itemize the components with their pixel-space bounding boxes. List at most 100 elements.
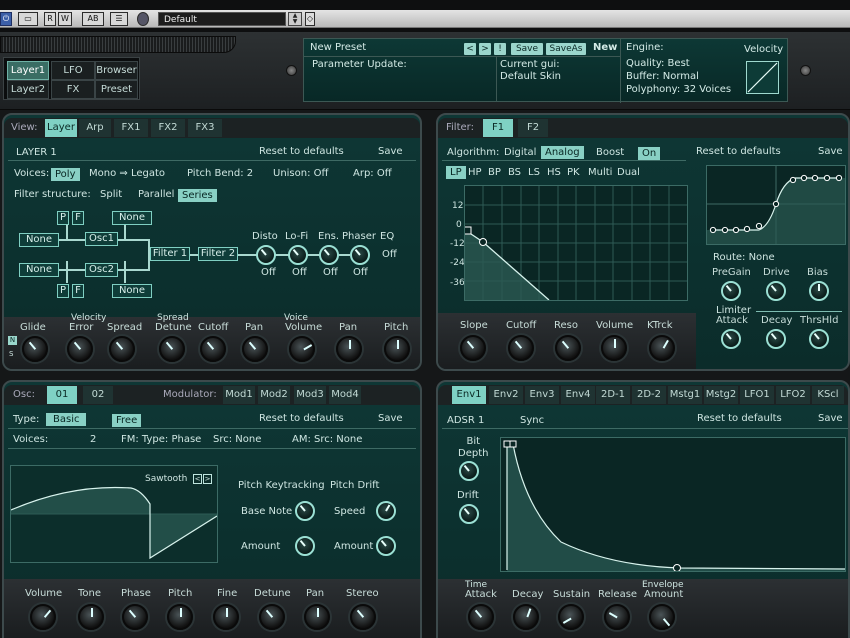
env-save-button[interactable]: Save (818, 413, 843, 424)
osc1-box[interactable]: Osc1 (85, 232, 118, 246)
voice-pan-knob[interactable] (336, 336, 362, 362)
normal-mode-button[interactable]: N (8, 336, 17, 345)
tab-fx1[interactable]: FX1 (114, 119, 148, 137)
buffer-value[interactable]: Buffer: Normal (626, 71, 699, 82)
keytrack-amount-knob[interactable] (295, 536, 315, 556)
voice-volume-knob[interactable] (289, 336, 315, 362)
reso-knob[interactable] (555, 335, 581, 361)
pregain-knob[interactable] (721, 281, 741, 301)
tab-lfo2[interactable]: LFO2 (776, 386, 810, 404)
nav-layer1[interactable]: Layer1 (7, 61, 49, 80)
type-multi[interactable]: Multi (588, 167, 612, 178)
attack-knob[interactable] (468, 604, 494, 630)
type-bs[interactable]: BS (508, 167, 521, 178)
type-hs[interactable]: HS (547, 167, 561, 178)
nav-browser[interactable]: Browser (95, 61, 138, 80)
am-src-value[interactable]: AM: Src: None (292, 434, 362, 445)
tab-f1[interactable]: F1 (483, 119, 513, 137)
fs-parallel-button[interactable]: Parallel (138, 189, 174, 200)
decay-knob[interactable] (513, 604, 539, 630)
ens-knob[interactable] (319, 245, 339, 265)
osc1-input-none[interactable]: None (19, 233, 59, 247)
power-icon[interactable]: ⏻ (0, 12, 12, 26)
algorithm-analog-button[interactable]: Analog (541, 146, 584, 159)
tab-mstg1[interactable]: Mstg1 (668, 386, 702, 404)
nav-preset[interactable]: Preset (95, 80, 138, 99)
pitch-bend-value[interactable]: Pitch Bend: 2 (187, 168, 253, 179)
osc2-mod-none[interactable]: None (112, 284, 152, 298)
new-preset-button[interactable]: New (593, 42, 617, 53)
osc2-input-none[interactable]: None (19, 263, 59, 277)
fs-series-button[interactable]: Series (178, 189, 217, 202)
write-button[interactable]: W (58, 12, 72, 26)
drift-amount-knob[interactable] (376, 536, 396, 556)
osc2-p-button[interactable]: P (57, 284, 69, 298)
nav-lfo[interactable]: LFO (51, 61, 95, 80)
env-reset-button[interactable]: Reset to defaults (697, 413, 782, 424)
osc-pan-knob[interactable] (304, 604, 330, 630)
sync-toggle[interactable]: Sync (520, 415, 544, 426)
osc1-mod-none[interactable]: None (112, 211, 152, 225)
tab-mstg2[interactable]: Mstg2 (704, 386, 738, 404)
fm-type-value[interactable]: FM: Type: Phase (121, 434, 201, 445)
tab-mod2[interactable]: Mod2 (258, 386, 290, 404)
save-preset-button[interactable]: Save (511, 43, 543, 55)
base-note-knob[interactable] (295, 501, 315, 521)
speed-knob[interactable] (376, 501, 396, 521)
osc-voices-value[interactable]: 2 (90, 434, 96, 445)
tab-osc-02[interactable]: 02 (83, 386, 113, 404)
disto-knob[interactable] (256, 245, 276, 265)
bias-knob[interactable] (809, 281, 829, 301)
error-knob[interactable] (67, 336, 93, 362)
env-drift-knob[interactable] (459, 504, 479, 524)
limiter-thrshld-knob[interactable] (809, 329, 829, 349)
arp-value[interactable]: Arp: Off (353, 168, 392, 179)
osc-reset-button[interactable]: Reset to defaults (259, 413, 344, 424)
saveas-preset-button[interactable]: SaveAs (546, 43, 586, 55)
detune-knob[interactable] (159, 336, 185, 362)
tab-osc-01[interactable]: 01 (47, 386, 77, 404)
drive-knob[interactable] (766, 281, 786, 301)
settings-icon[interactable] (137, 12, 149, 26)
fm-src-value[interactable]: Src: None (213, 434, 261, 445)
ktrck-knob[interactable] (649, 335, 675, 361)
tab-kscl[interactable]: KScl (812, 386, 844, 404)
release-knob[interactable] (604, 604, 630, 630)
cutoff-knob[interactable] (508, 335, 534, 361)
stereo-knob[interactable] (350, 604, 376, 630)
preset-menu-icon[interactable]: ◇ (305, 12, 315, 26)
next-preset-button[interactable]: > (479, 43, 491, 55)
drive-curve-graph[interactable] (706, 165, 846, 245)
phaser-knob[interactable] (350, 245, 370, 265)
tab-fx2[interactable]: FX2 (151, 119, 185, 137)
osc-save-button[interactable]: Save (378, 413, 403, 424)
fs-split-button[interactable]: Split (100, 189, 122, 200)
osc2-box[interactable]: Osc2 (85, 263, 118, 277)
spread-knob[interactable] (109, 336, 135, 362)
filter-save-button[interactable]: Save (818, 146, 843, 157)
boost-toggle[interactable]: On (638, 147, 660, 160)
filter-reset-button[interactable]: Reset to defaults (696, 146, 781, 157)
tab-mod3[interactable]: Mod3 (294, 386, 326, 404)
layer-reset-button[interactable]: Reset to defaults (259, 146, 344, 157)
type-dual[interactable]: Dual (617, 167, 640, 178)
limiter-attack-knob[interactable] (721, 329, 741, 349)
free-toggle[interactable]: Free (112, 414, 141, 427)
osc-type-select[interactable]: Basic (46, 413, 86, 426)
type-bp[interactable]: BP (488, 167, 501, 178)
stereo-mode-button[interactable]: S (9, 350, 13, 358)
pitch-knob[interactable] (384, 336, 410, 362)
env-amount-knob[interactable] (649, 604, 675, 630)
osc-pitch-knob[interactable] (167, 604, 193, 630)
type-pk[interactable]: PK (567, 167, 580, 178)
unison-value[interactable]: Unison: Off (273, 168, 328, 179)
tab-env3[interactable]: Env3 (525, 386, 559, 404)
tab-arp[interactable]: Arp (79, 119, 111, 137)
type-hp[interactable]: HP (468, 167, 482, 178)
preset-select[interactable]: Default (158, 12, 286, 26)
bit-depth-knob[interactable] (459, 461, 479, 481)
route-value[interactable]: Route: None (713, 252, 775, 263)
sustain-knob[interactable] (558, 604, 584, 630)
read-button[interactable]: R (44, 12, 56, 26)
layer-save-button[interactable]: Save (378, 146, 403, 157)
